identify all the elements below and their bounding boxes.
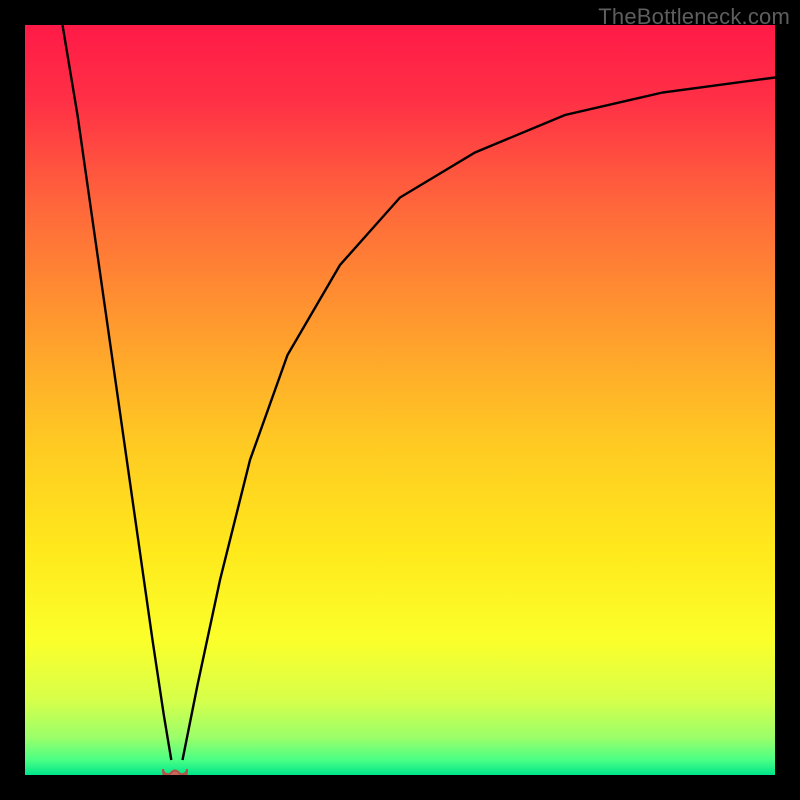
plot-background <box>25 25 775 775</box>
bottleneck-chart <box>0 0 800 800</box>
watermark-text: TheBottleneck.com <box>598 4 790 30</box>
chart-frame: TheBottleneck.com <box>0 0 800 800</box>
